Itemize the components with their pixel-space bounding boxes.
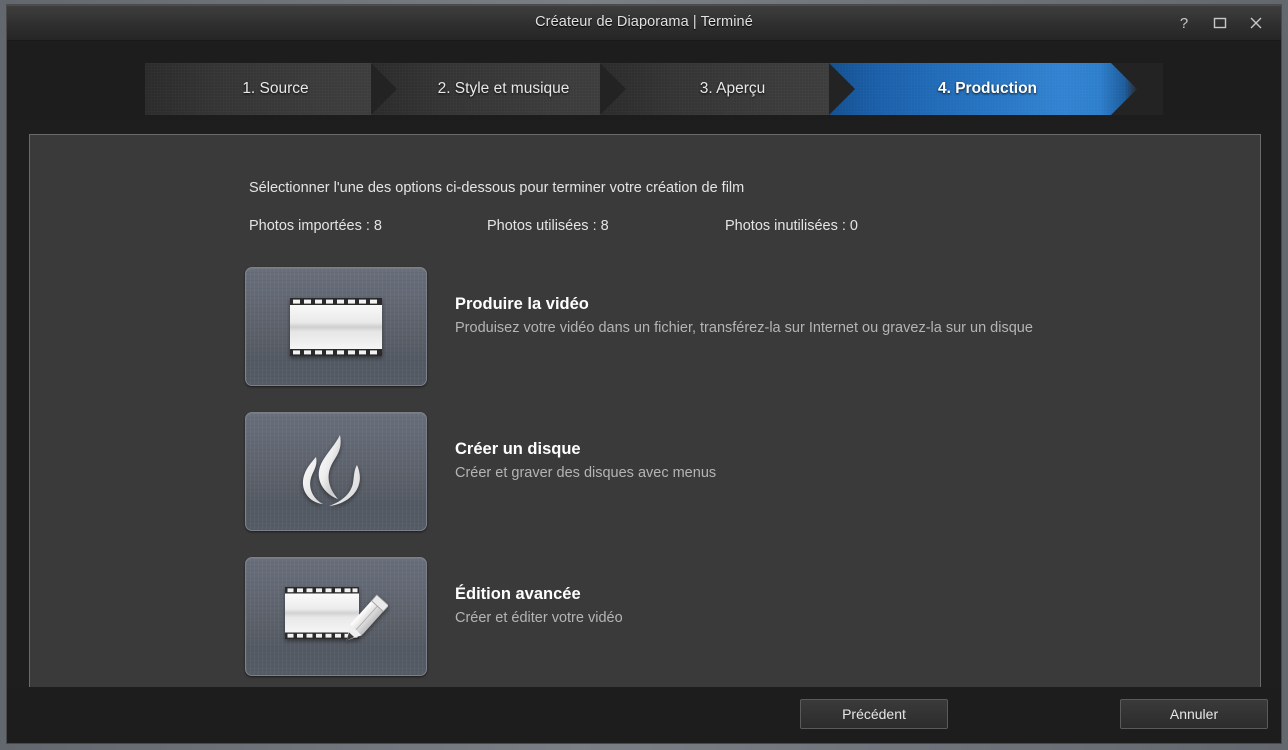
step-label: 4. Production (937, 80, 1038, 97)
application-window: Créateur de Diaporama | Terminé ? 1. Sou… (0, 0, 1288, 750)
step-tab-apercu[interactable]: 3. Aperçu (600, 63, 856, 115)
window-controls: ? (1173, 5, 1267, 41)
count-imported: Photos importées : 8 (249, 218, 382, 234)
wizard-steps: 1. Source 2. Style et musique 3. Aperçu … (145, 63, 1163, 115)
wizard-step-bar: 1. Source 2. Style et musique 3. Aperçu … (7, 42, 1281, 120)
maximize-icon[interactable] (1209, 12, 1231, 34)
footer-bar: Précédent Annuler (7, 687, 1281, 743)
title-bar: Créateur de Diaporama | Terminé ? (7, 5, 1281, 41)
flame-icon (302, 434, 360, 506)
count-used: Photos utilisées : 8 (487, 218, 609, 234)
option-text: Créer un disque Créer et graver des disq… (455, 412, 716, 481)
step-tab-production[interactable]: 4. Production (829, 63, 1137, 115)
previous-button[interactable]: Précédent (800, 699, 948, 729)
count-unused: Photos inutilisées : 0 (725, 218, 858, 234)
film-strip-icon (290, 297, 382, 356)
option-title: Édition avancée (455, 585, 581, 603)
option-title: Produire la vidéo (455, 295, 589, 313)
photo-counts: Photos importées : 8 Photos utilisées : … (249, 218, 1119, 234)
step-label: 2. Style et musique (437, 80, 570, 97)
option-create-disc[interactable]: Créer un disque Créer et graver des disq… (245, 412, 716, 531)
intro-text: Sélectionner l'une des options ci-dessou… (249, 180, 745, 196)
option-thumbnail[interactable] (245, 267, 427, 386)
cancel-button[interactable]: Annuler (1120, 699, 1268, 729)
content-panel: Sélectionner l'une des options ci-dessou… (29, 134, 1261, 696)
option-text: Édition avancée Créer et éditer votre vi… (455, 557, 623, 626)
svg-text:?: ? (1180, 15, 1188, 31)
option-produce-video[interactable]: Produire la vidéo Produisez votre vidéo … (245, 267, 1033, 386)
close-icon[interactable] (1245, 12, 1267, 34)
option-advanced-editing[interactable]: Édition avancée Créer et éditer votre vi… (245, 557, 623, 676)
option-description: Créer et graver des disques avec menus (455, 465, 717, 481)
step-tab-style-et-musique[interactable]: 2. Style et musique (371, 63, 627, 115)
help-icon[interactable]: ? (1173, 12, 1195, 34)
film-strip-pencil-icon (285, 586, 388, 640)
option-description: Produisez votre vidéo dans un fichier, t… (455, 320, 1033, 336)
window-inner: Créateur de Diaporama | Terminé ? 1. Sou… (6, 4, 1282, 744)
option-description: Créer et éditer votre vidéo (455, 610, 623, 626)
option-thumbnail[interactable] (245, 412, 427, 531)
step-label: 3. Aperçu (699, 80, 766, 97)
option-text: Produire la vidéo Produisez votre vidéo … (455, 267, 1033, 336)
step-tab-source[interactable]: 1. Source (145, 63, 398, 115)
option-thumbnail[interactable] (245, 557, 427, 676)
step-label: 1. Source (242, 80, 309, 97)
window-title: Créateur de Diaporama | Terminé (535, 14, 753, 30)
option-title: Créer un disque (455, 440, 581, 458)
